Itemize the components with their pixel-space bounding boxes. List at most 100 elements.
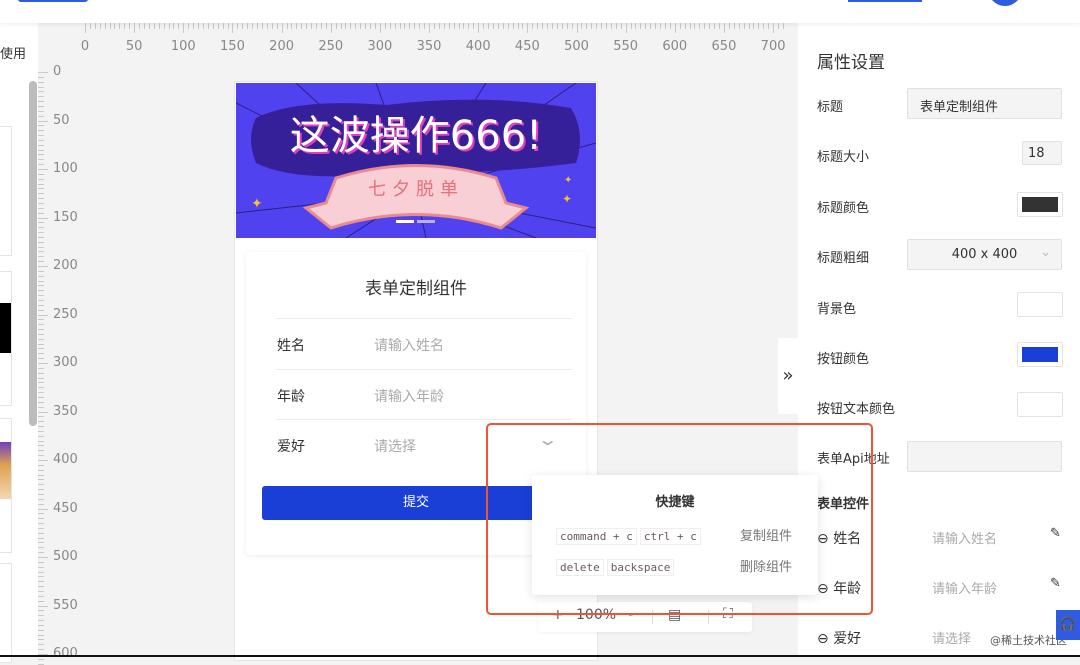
ruler-tick <box>389 23 391 29</box>
ruler-tick <box>571 23 573 29</box>
top-button[interactable] <box>18 0 88 2</box>
ruler-tick <box>468 23 470 29</box>
collapse-panel-button[interactable]: » <box>778 338 798 414</box>
component-card[interactable] <box>0 126 12 256</box>
ruler-tick <box>38 474 44 476</box>
kbd: command + c <box>556 528 637 545</box>
ruler-tick <box>38 76 44 78</box>
ruler-tick <box>433 23 435 29</box>
button-color-swatch[interactable] <box>1017 342 1063 367</box>
avatar[interactable] <box>988 0 1022 6</box>
ruler-tick <box>38 256 44 258</box>
form-title: 表单定制组件 <box>365 279 467 299</box>
ruler-tick <box>178 23 180 29</box>
carousel-dot <box>417 220 435 223</box>
ruler-label: 100 <box>53 161 78 176</box>
ruler-tick <box>38 178 44 180</box>
ruler-label: 250 <box>318 39 344 54</box>
ruler-tick <box>610 23 612 29</box>
ruler-tick <box>645 23 647 29</box>
ribbon-text: 七夕脱单 <box>368 179 464 200</box>
ruler-tick <box>320 23 322 29</box>
ruler-tick <box>306 23 308 29</box>
ruler-tick <box>414 23 416 29</box>
ruler-tick <box>222 23 224 29</box>
zoom-out-button[interactable]: - <box>628 607 633 623</box>
ruler-tick <box>129 23 131 29</box>
ruler-tick <box>38 251 44 253</box>
kbd: ctrl + c <box>639 528 701 545</box>
banner-carousel[interactable]: 七夕脱单 这波操作666! 这波操作666! ✦ ✦ ✦ <box>236 83 596 238</box>
ruler-tick <box>38 493 44 495</box>
ruler-tick <box>38 518 44 520</box>
api-url-input[interactable] <box>907 441 1062 472</box>
control-item: ⊖ 爱好 <box>817 628 861 648</box>
top-bar <box>0 0 1080 23</box>
ruler-tick <box>38 319 44 321</box>
remove-icon[interactable]: ⊖ <box>817 581 829 597</box>
button-text-color-swatch[interactable] <box>1017 392 1063 417</box>
remove-icon[interactable]: ⊖ <box>817 631 829 647</box>
ruler-tick <box>738 23 740 29</box>
ruler-tick <box>38 169 48 170</box>
ruler-tick <box>38 91 44 93</box>
ruler-tick <box>448 23 450 29</box>
name-input[interactable]: 请输入姓名 <box>374 335 444 355</box>
ruler-label: 150 <box>53 209 78 225</box>
ruler-tick <box>168 23 170 29</box>
ruler-label: 550 <box>53 597 78 613</box>
ruler-label: 700 <box>760 39 786 54</box>
component-card[interactable] <box>0 563 12 663</box>
ruler-tick <box>340 23 342 29</box>
prop-label: 按钮文本颜色 <box>817 402 896 417</box>
ruler-tick <box>674 23 676 33</box>
ruler-tick <box>38 202 44 204</box>
submit-button[interactable]: 提交 <box>262 486 570 520</box>
ruler-tick <box>38 430 44 432</box>
scrollbar[interactable] <box>29 81 37 426</box>
component-card[interactable] <box>0 271 12 406</box>
ruler-tick <box>38 241 44 243</box>
ruler-tick <box>758 23 760 29</box>
form-row-name[interactable]: 姓名 请输入姓名 <box>276 318 572 368</box>
edit-icon[interactable]: ✎ <box>1050 576 1061 591</box>
ruler-label: 200 <box>269 39 295 54</box>
top-link[interactable] <box>848 0 922 2</box>
chevron-down-icon[interactable]: ⌄ <box>537 430 558 449</box>
ruler-tick <box>38 571 44 573</box>
ruler-label: 450 <box>53 500 78 516</box>
popover-title: 快捷键 <box>655 495 695 510</box>
keyboard-icon[interactable]: ▤ <box>668 607 681 623</box>
title-size-input[interactable]: 18 <box>1022 141 1062 165</box>
ruler-label: 400 <box>465 39 491 54</box>
ruler-tick <box>38 295 44 297</box>
zoom-in-button[interactable]: + <box>552 607 564 623</box>
form-row-hobby[interactable]: 爱好 请选择 ⌄ <box>276 419 572 469</box>
ruler-tick <box>38 460 48 461</box>
edit-icon[interactable]: ✎ <box>1050 526 1061 541</box>
form-row-age[interactable]: 年龄 请输入年龄 <box>276 369 572 419</box>
divider <box>652 610 653 624</box>
ruler-tick <box>38 639 44 641</box>
age-input[interactable]: 请输入年龄 <box>374 386 444 406</box>
control-label: 年龄 <box>833 581 862 597</box>
carousel-dot-active <box>396 220 414 223</box>
ruler-label: 0 <box>53 64 62 79</box>
title-weight-select[interactable]: 400 x 400 ⌄ <box>907 239 1062 270</box>
remove-icon[interactable]: ⊖ <box>817 531 829 547</box>
prop-label: 按钮颜色 <box>817 352 870 367</box>
ruler-label: 500 <box>564 39 589 54</box>
hobby-select[interactable]: 请选择 <box>374 436 416 456</box>
kbd: backspace <box>606 559 675 576</box>
fullscreen-icon[interactable]: ⛶ <box>723 606 733 622</box>
headset-icon[interactable]: 🎧 <box>1056 610 1080 640</box>
title-input[interactable]: 表单定制组件 <box>907 88 1062 119</box>
ruler-tick <box>38 547 44 549</box>
ruler-tick <box>699 23 701 29</box>
title-color-swatch[interactable] <box>1017 192 1063 217</box>
prop-label: 标题 <box>817 100 844 115</box>
ruler-tick <box>207 23 209 29</box>
component-card[interactable] <box>0 418 12 553</box>
ruler-tick <box>139 23 141 29</box>
bg-color-swatch[interactable] <box>1017 292 1063 317</box>
